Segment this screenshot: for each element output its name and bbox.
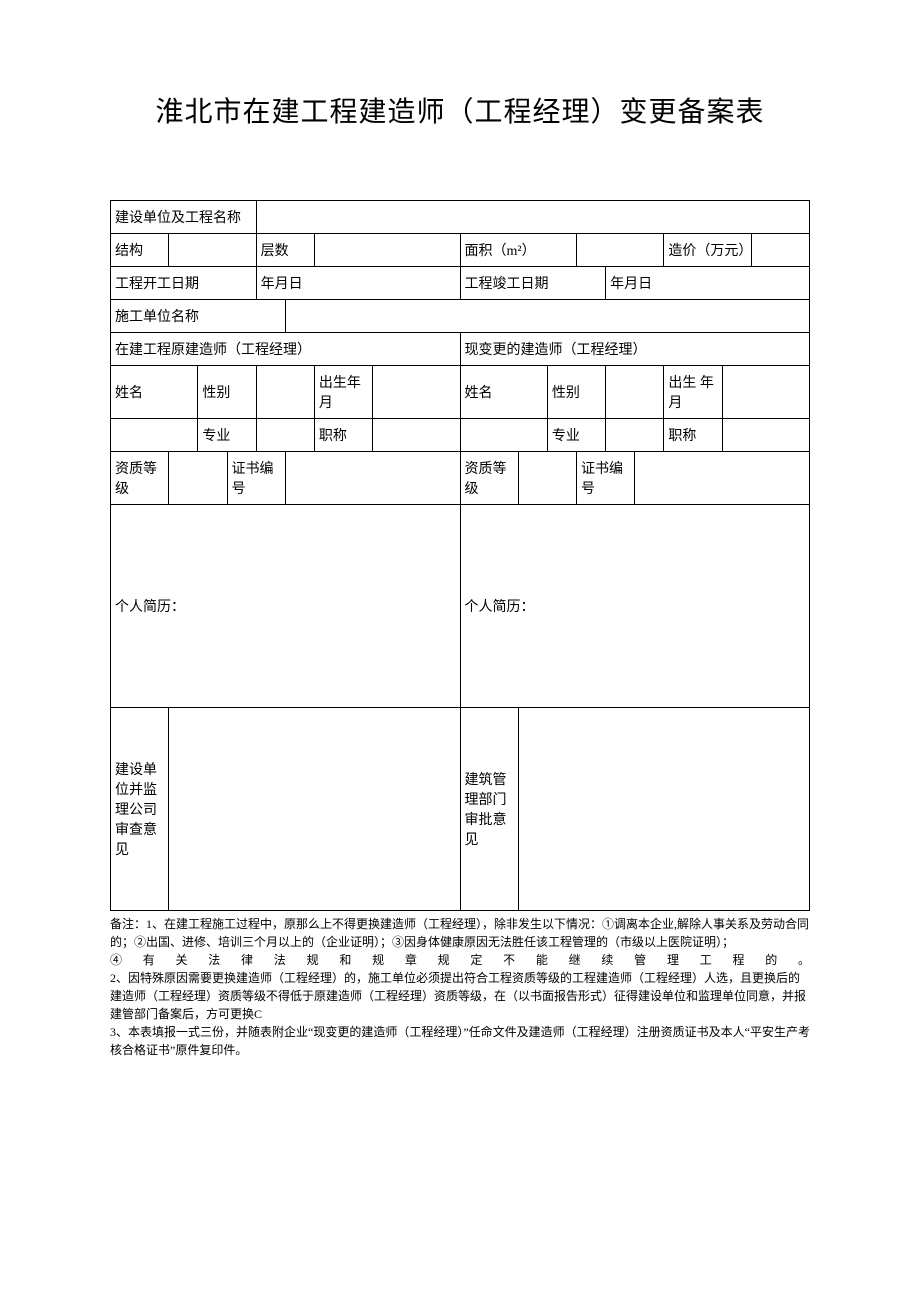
field-owner-opinion[interactable] [169,708,460,911]
field-orig-resume[interactable]: 个人简历： [111,505,461,708]
label-new-birth: 出生 年月 [664,366,722,419]
field-project-name[interactable] [256,201,809,234]
label-end-date: 工程竣工日期 [460,267,606,300]
label-dept-opinion: 建筑管理部门审批意见 [460,708,518,911]
field-structure[interactable] [169,234,256,267]
label-orig-qual: 资质等级 [111,452,169,505]
field-new-name[interactable] [460,419,547,452]
note-1b: ④ 有 关 法 律 法 规 和 规 章 规 定 不 能 继 续 管 理 工 程 … [110,951,810,969]
label-new-gender: 性别 [547,366,605,419]
field-end-date[interactable]: 年月日 [606,267,810,300]
label-structure: 结构 [111,234,169,267]
field-new-qual[interactable] [518,452,576,505]
field-contractor[interactable] [285,300,809,333]
header-new: 现变更的建造师（工程经理） [460,333,810,366]
field-orig-title[interactable] [373,419,460,452]
field-dept-opinion[interactable] [518,708,809,911]
label-contractor: 施工单位名称 [111,300,286,333]
field-orig-gender[interactable] [256,366,314,419]
field-orig-major[interactable] [256,419,314,452]
field-new-title[interactable] [722,419,809,452]
label-floors: 层数 [256,234,314,267]
label-new-qual: 资质等级 [460,452,518,505]
notes-block: 备注：1、在建工程施工过程中，原那么上不得更换建造师（工程经理），除非发生以下情… [110,915,810,1059]
label-orig-title: 职称 [314,419,372,452]
page-title: 淮北市在建工程建造师（工程经理）变更备案表 [110,90,810,130]
label-orig-name: 姓名 [111,366,198,419]
field-area[interactable] [577,234,664,267]
note-3: 3、本表填报一式三份，并随表附企业“现变更的建造师（工程经理）”任命文件及建造师… [110,1023,810,1059]
label-orig-cert: 证书编号 [227,452,285,505]
field-orig-qual[interactable] [169,452,227,505]
field-start-date[interactable]: 年月日 [256,267,460,300]
label-orig-major: 专业 [198,419,256,452]
field-floors[interactable] [314,234,460,267]
label-start-date: 工程开工日期 [111,267,257,300]
label-new-name: 姓名 [460,366,547,419]
field-new-cert[interactable] [635,452,810,505]
label-orig-birth: 出生年月 [314,366,372,419]
label-new-title: 职称 [664,419,722,452]
field-orig-birth[interactable] [373,366,460,419]
label-new-major: 专业 [547,419,605,452]
note-1a: 备注：1、在建工程施工过程中，原那么上不得更换建造师（工程经理），除非发生以下情… [110,915,810,951]
field-new-birth[interactable] [722,366,809,419]
field-new-major[interactable] [606,419,664,452]
label-area: 面积（m²） [460,234,577,267]
field-new-gender[interactable] [606,366,664,419]
field-orig-name[interactable] [111,419,198,452]
field-orig-cert[interactable] [285,452,460,505]
header-original: 在建工程原建造师（工程经理） [111,333,461,366]
label-cost: 造价（万元） [664,234,751,267]
field-cost[interactable] [751,234,809,267]
field-new-resume[interactable]: 个人简历： [460,505,810,708]
label-new-cert: 证书编号 [577,452,635,505]
label-project-name: 建设单位及工程名称 [111,201,257,234]
label-owner-opinion: 建设单位并监理公司审查意见 [111,708,169,911]
label-orig-gender: 性别 [198,366,256,419]
note-2: 2、因特殊原因需要更换建造师（工程经理）的，施工单位必须提出符合工程资质等级的工… [110,969,810,1023]
form-table: 建设单位及工程名称 结构 层数 面积（m²） 造价（万元） 工程开工日期 年月日… [110,200,810,911]
